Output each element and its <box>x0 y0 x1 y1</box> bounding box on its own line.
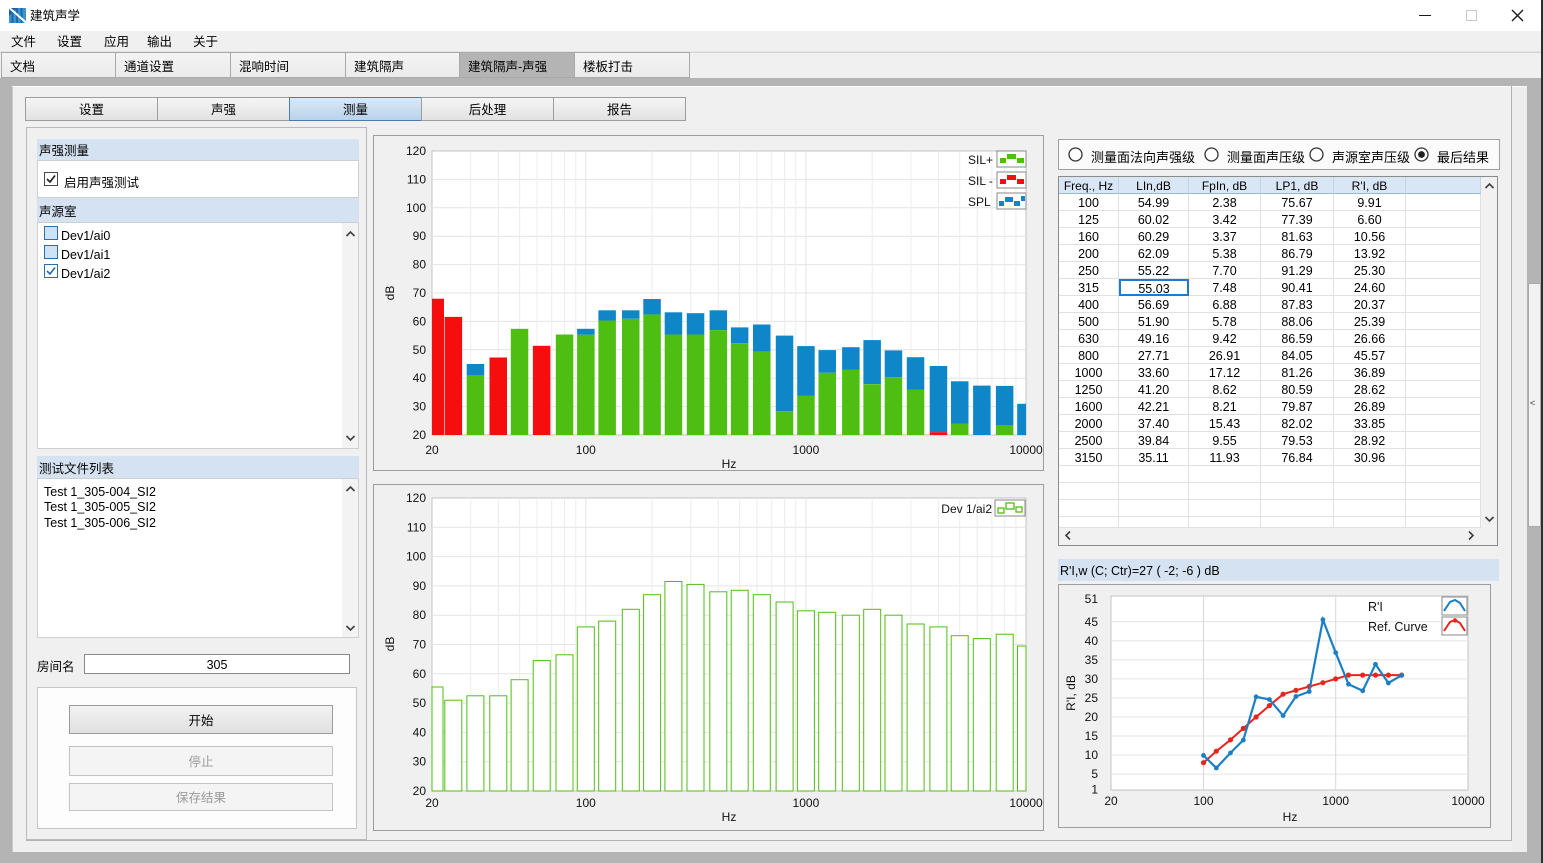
svg-text:45: 45 <box>1085 615 1099 629</box>
svg-text:100: 100 <box>576 443 596 457</box>
svg-text:10000: 10000 <box>1009 796 1043 810</box>
svg-text:60: 60 <box>413 314 427 328</box>
svg-text:50: 50 <box>413 696 427 710</box>
svg-text:5: 5 <box>1091 767 1098 781</box>
svg-text:120: 120 <box>406 491 426 505</box>
svg-text:20: 20 <box>425 796 439 810</box>
svg-text:10000: 10000 <box>1451 794 1485 808</box>
svg-text:20: 20 <box>413 428 427 442</box>
svg-text:100: 100 <box>576 796 596 810</box>
svg-text:120: 120 <box>406 144 426 158</box>
svg-text:Ref. Curve: Ref. Curve <box>1368 620 1428 634</box>
svg-text:20: 20 <box>1104 794 1118 808</box>
svg-text:dB: dB <box>383 637 397 652</box>
svg-text:30: 30 <box>413 400 427 414</box>
svg-text:110: 110 <box>407 520 426 534</box>
svg-text:60: 60 <box>413 667 427 681</box>
svg-text:110: 110 <box>407 172 426 186</box>
svg-text:SPL: SPL <box>968 195 991 209</box>
svg-text:R'I, dB: R'I, dB <box>1064 675 1078 711</box>
svg-text:51: 51 <box>1085 592 1099 606</box>
svg-text:80: 80 <box>413 608 427 622</box>
svg-text:40: 40 <box>1085 634 1099 648</box>
svg-text:100: 100 <box>406 550 426 564</box>
svg-text:1: 1 <box>1091 782 1098 796</box>
svg-text:10: 10 <box>1085 748 1099 762</box>
svg-text:R'I: R'I <box>1368 600 1383 614</box>
svg-text:dB: dB <box>383 286 397 301</box>
svg-text:1000: 1000 <box>1322 794 1349 808</box>
svg-text:70: 70 <box>413 286 427 300</box>
svg-text:SIL+: SIL+ <box>968 153 993 167</box>
svg-text:100: 100 <box>1193 794 1213 808</box>
svg-text:20: 20 <box>413 784 427 798</box>
svg-text:80: 80 <box>413 258 427 272</box>
svg-text:Hz: Hz <box>1283 810 1298 824</box>
svg-text:35: 35 <box>1085 653 1099 667</box>
svg-text:90: 90 <box>413 229 427 243</box>
svg-text:1000: 1000 <box>793 443 820 457</box>
svg-text:Hz: Hz <box>722 457 737 471</box>
svg-text:90: 90 <box>413 579 427 593</box>
svg-text:50: 50 <box>413 343 427 357</box>
svg-text:30: 30 <box>413 755 427 769</box>
svg-text:70: 70 <box>413 638 427 652</box>
svg-text:10000: 10000 <box>1009 443 1043 457</box>
svg-text:40: 40 <box>413 725 427 739</box>
svg-text:25: 25 <box>1085 691 1099 705</box>
svg-text:20: 20 <box>425 443 439 457</box>
svg-text:30: 30 <box>1085 672 1099 686</box>
svg-text:Dev 1/ai2: Dev 1/ai2 <box>941 502 992 516</box>
svg-text:100: 100 <box>406 201 426 215</box>
svg-text:1000: 1000 <box>793 796 820 810</box>
svg-text:40: 40 <box>413 371 427 385</box>
svg-text:20: 20 <box>1085 710 1099 724</box>
svg-text:Hz: Hz <box>722 810 737 824</box>
svg-text:15: 15 <box>1085 729 1099 743</box>
svg-text:SIL -: SIL - <box>968 174 993 188</box>
